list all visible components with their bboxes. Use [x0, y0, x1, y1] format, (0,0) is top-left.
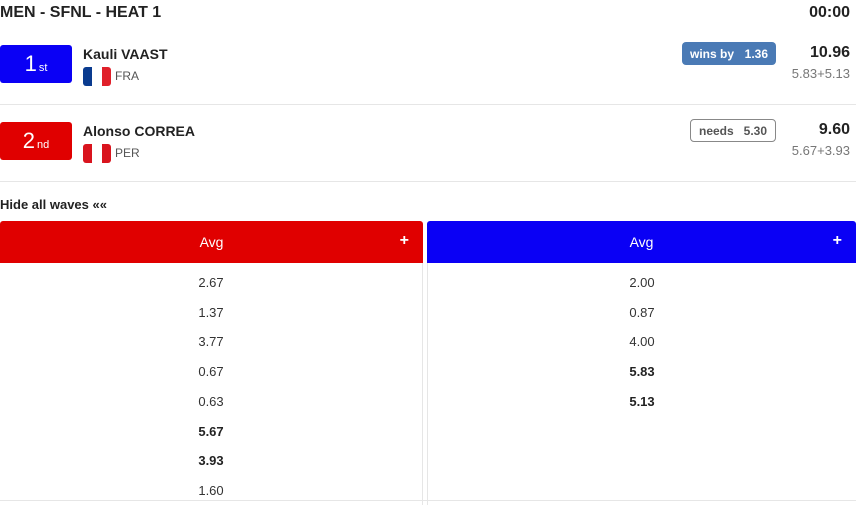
- heat-timer: 00:00: [809, 4, 850, 21]
- place-number: 1: [24, 51, 37, 76]
- athlete-country: PER: [115, 146, 140, 160]
- status-badge: wins by 1.36: [682, 42, 776, 65]
- wave-sum: 5.83+5.13: [791, 66, 850, 81]
- hide-waves-link[interactable]: Hide all waves ««: [0, 197, 107, 212]
- expand-plus-icon[interactable]: +: [400, 232, 409, 250]
- wave-score[interactable]: 0.67: [0, 364, 422, 379]
- total-score: 9.60: [818, 121, 850, 138]
- place-badge: 2 nd: [0, 122, 72, 160]
- wave-score[interactable]: 1.37: [0, 305, 422, 320]
- place-suffix: st: [38, 62, 48, 74]
- wave-score[interactable]: 0.63: [0, 394, 422, 409]
- place-badge: 1 st: [0, 45, 72, 83]
- place-suffix: nd: [37, 139, 50, 151]
- heat-title: MEN - SFNL - HEAT 1: [0, 4, 162, 21]
- wave-score[interactable]: 2.67: [0, 275, 422, 290]
- place-number: 2: [22, 128, 35, 153]
- heat-header: MEN - SFNL - HEAT 1 00:00: [0, 0, 856, 28]
- total-score: 10.96: [809, 44, 850, 61]
- wave-score[interactable]: 4.00: [428, 334, 856, 349]
- column-sort-label[interactable]: Avg: [427, 234, 856, 250]
- wave-score[interactable]: 0.87: [428, 305, 856, 320]
- column-sort-label[interactable]: Avg: [0, 234, 423, 250]
- wave-score[interactable]: 2.00: [428, 275, 856, 290]
- athlete-row[interactable]: 1 st Kauli VAAST FRA wins by 1.36 10.96 …: [0, 28, 856, 105]
- red-column-header[interactable]: Avg +: [0, 221, 423, 263]
- wave-score[interactable]: 1.60: [0, 483, 422, 498]
- athlete-row[interactable]: 2 nd Alonso CORREA PER needs 5.30 9.60 5…: [0, 105, 856, 182]
- status-badge: needs 5.30: [690, 119, 776, 142]
- status-value: 5.30: [743, 123, 767, 138]
- wave-score[interactable]: 5.13: [428, 394, 856, 409]
- peru-flag-icon: [83, 144, 111, 163]
- status-label: wins by: [690, 46, 735, 61]
- status-label: needs: [699, 123, 734, 138]
- divider: [0, 500, 856, 501]
- wave-sum: 5.67+3.93: [791, 143, 850, 158]
- athlete-country: FRA: [115, 69, 139, 83]
- expand-plus-icon[interactable]: +: [833, 232, 842, 250]
- wave-score[interactable]: 5.83: [428, 364, 856, 379]
- red-wave-list: 2.67 1.37 3.77 0.67 0.63 5.67 3.93 1.60: [0, 263, 423, 505]
- wave-score[interactable]: 3.77: [0, 334, 422, 349]
- wave-score[interactable]: 3.93: [0, 453, 422, 468]
- wave-score[interactable]: 5.67: [0, 424, 422, 439]
- france-flag-icon: [83, 67, 111, 86]
- blue-column-header[interactable]: Avg +: [427, 221, 856, 263]
- athlete-name: Alonso CORREA: [83, 123, 195, 139]
- blue-wave-list: 2.00 0.87 4.00 5.83 5.13: [427, 263, 856, 505]
- status-value: 1.36: [744, 46, 768, 61]
- athlete-name: Kauli VAAST: [83, 46, 168, 62]
